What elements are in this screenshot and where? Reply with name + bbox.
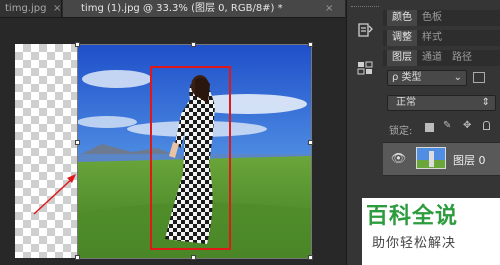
transform-handle[interactable] [308, 255, 313, 260]
tab-styles[interactable]: 样式 [417, 30, 447, 46]
layer-thumbnail [416, 147, 446, 169]
blend-mode-select[interactable]: 正常 ⇕ [387, 95, 496, 111]
panel-tabs-color: 颜色 色板 [383, 10, 500, 26]
transform-handle[interactable] [75, 42, 80, 47]
transform-handle[interactable] [191, 255, 196, 260]
lock-position-icon[interactable]: ✥ [463, 120, 471, 131]
filter-label: ρ 类型 [392, 72, 422, 83]
watermark-title: 百科全说 [366, 204, 459, 229]
arrow-annotation-icon [33, 174, 76, 215]
tab-color[interactable]: 颜色 [387, 10, 417, 26]
chevron-updown-icon: ⇕ [481, 97, 490, 108]
properties-icon[interactable] [356, 60, 374, 76]
tab-timg-1-jpg[interactable]: timg (1).jpg @ 33.3% (图层 0, RGB/8#) * × [63, 0, 345, 17]
tab-adjustments[interactable]: 调整 [387, 30, 417, 46]
panel-grip[interactable] [351, 6, 379, 9]
document-tab-bar: timg.jpg × timg (1).jpg @ 33.3% (图层 0, R… [0, 0, 345, 18]
history-icon[interactable] [356, 22, 374, 38]
close-icon[interactable]: × [53, 0, 61, 17]
tab-timg-jpg[interactable]: timg.jpg × [0, 0, 62, 17]
tab-layers[interactable]: 图层 [387, 50, 417, 66]
tab-label: timg (1).jpg @ 33.3% (图层 0, RGB/8#) * [81, 3, 283, 14]
chevron-down-icon: ⌄ [453, 72, 462, 83]
tab-label: timg.jpg [5, 3, 47, 14]
layer-name: 图层 0 [453, 154, 486, 167]
close-icon[interactable]: × [325, 0, 333, 17]
lock-label: 锁定: [389, 126, 413, 137]
layer-filter-select[interactable]: ρ 类型 ⌄ [387, 70, 467, 86]
watermark-badge: 百科全说 助你轻松解决 [362, 198, 500, 265]
tab-paths[interactable]: 路径 [447, 50, 477, 66]
transform-handle[interactable] [308, 42, 313, 47]
transform-handle[interactable] [191, 42, 196, 47]
transparent-area [15, 44, 77, 258]
lock-paint-icon[interactable]: ✎ [443, 120, 451, 131]
blend-mode-value: 正常 [396, 97, 416, 108]
panel-tabs-layers: 图层 通道 路径 [383, 50, 500, 66]
transform-handle[interactable] [308, 140, 313, 145]
visibility-eye-icon[interactable]: 👁 [391, 151, 406, 165]
watermark-subtitle: 助你轻松解决 [372, 236, 457, 251]
panel-tabs-adjustments: 调整 样式 [383, 30, 500, 46]
tab-channels[interactable]: 通道 [417, 50, 447, 66]
highlight-box [150, 66, 231, 250]
layer-row[interactable]: 👁 图层 0 [383, 142, 500, 176]
lock-transparent-icon[interactable] [425, 123, 434, 132]
transform-handle[interactable] [75, 255, 80, 260]
filter-image-icon[interactable] [473, 72, 485, 83]
canvas-workspace[interactable] [0, 18, 345, 265]
transform-handle[interactable] [75, 140, 80, 145]
lock-row: 锁定: ✎ ✥ [383, 119, 500, 137]
tab-swatches[interactable]: 色板 [417, 10, 447, 26]
lock-all-icon[interactable] [483, 121, 490, 130]
